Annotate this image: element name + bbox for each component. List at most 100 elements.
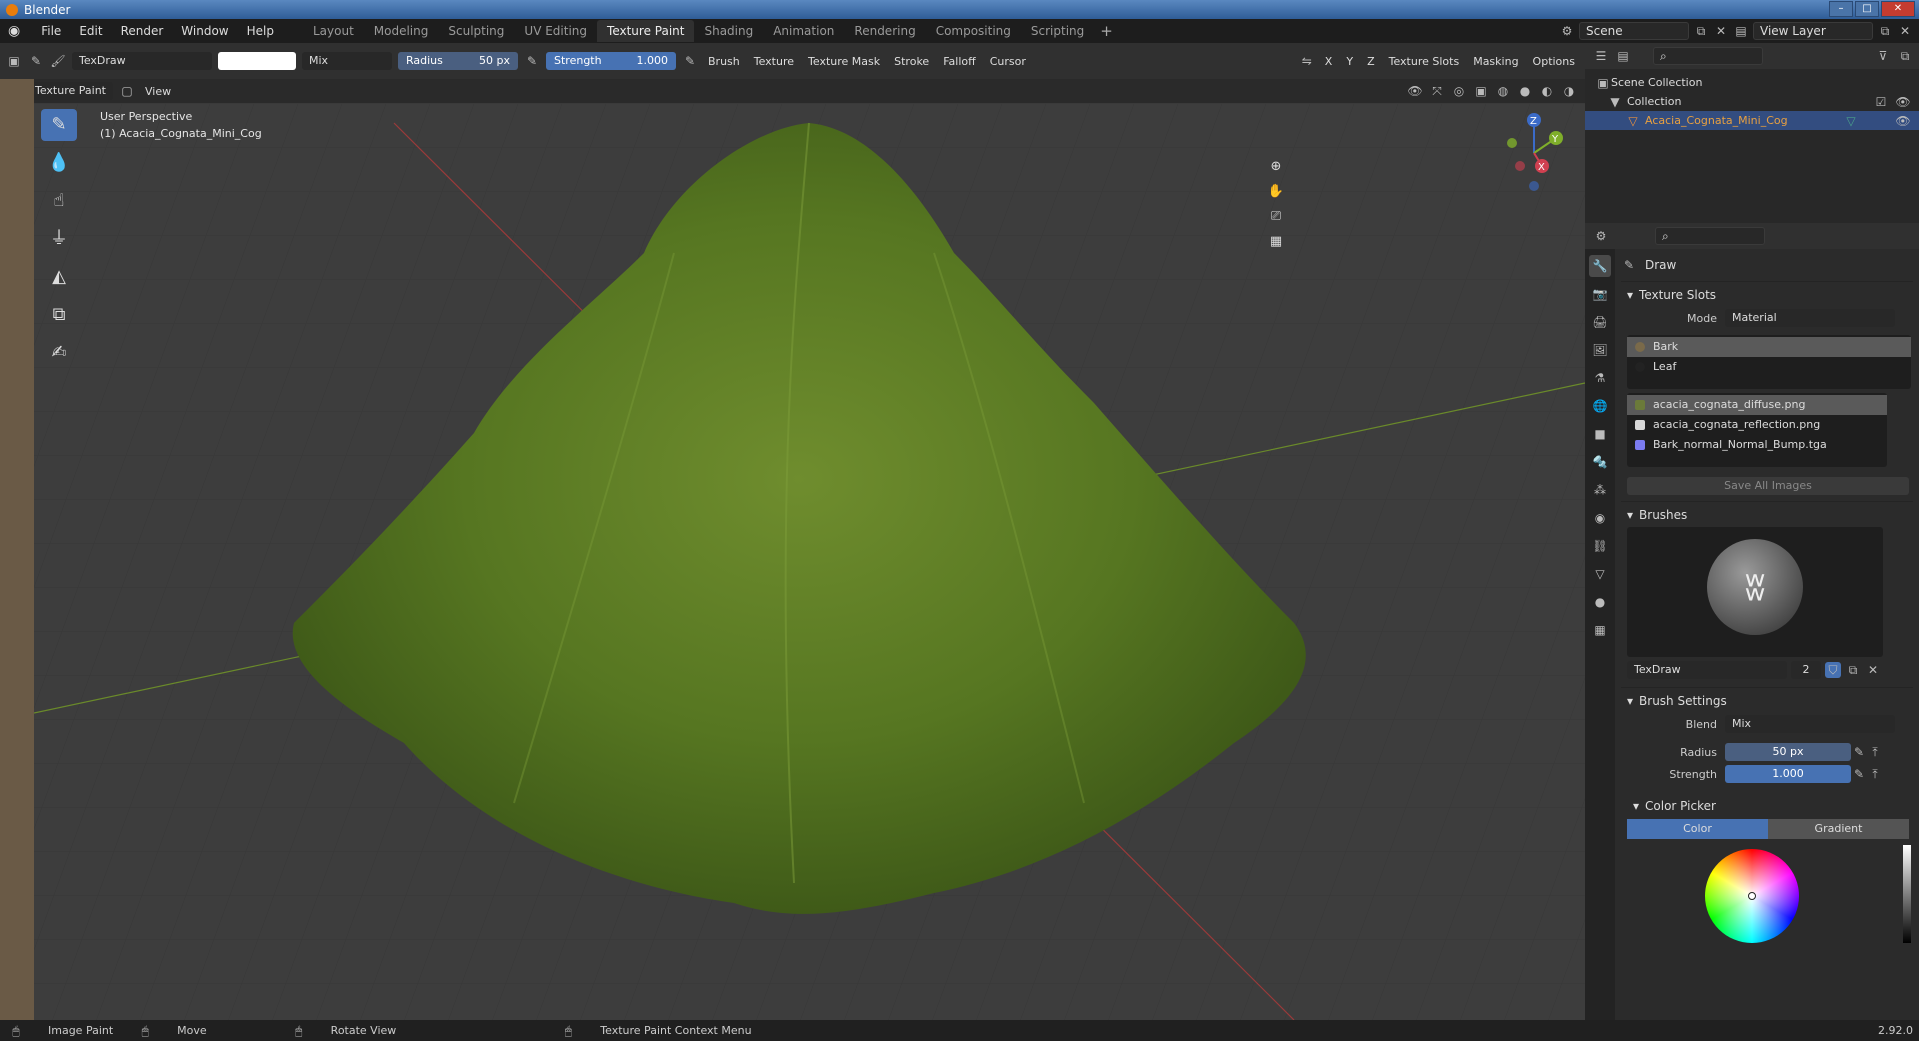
view-layer-icon[interactable]: ▤ [1733, 23, 1749, 39]
brush-name-field[interactable]: TexDraw [72, 52, 212, 70]
tab-compositing[interactable]: Compositing [926, 20, 1021, 42]
output-tab-icon[interactable]: 🖨 [1589, 311, 1611, 333]
filter-icon[interactable]: ⊽ [1875, 48, 1891, 64]
brush-users-count[interactable]: 2 [1791, 661, 1821, 679]
menu-texture[interactable]: Texture [750, 55, 798, 68]
scene-field[interactable]: Scene [1579, 22, 1689, 40]
shading-solid-icon[interactable]: ● [1517, 83, 1533, 99]
shading-wireframe-icon[interactable]: ◍ [1495, 83, 1511, 99]
radius-prop-slider[interactable]: 50 px [1725, 743, 1851, 761]
add-workspace-icon[interactable]: + [1094, 22, 1119, 40]
remove-view-layer-icon[interactable]: ✕ [1897, 23, 1913, 39]
data-tab-icon[interactable]: ▽ [1589, 563, 1611, 585]
fill-tool-icon[interactable]: ◭ [41, 261, 77, 293]
editor-type-icon[interactable]: ▣ [6, 53, 22, 69]
collection-eye-icon[interactable]: 👁 [1895, 94, 1911, 110]
visibility-icon[interactable]: 👁 [1407, 83, 1423, 99]
modifier-tab-icon[interactable]: 🔩 [1589, 451, 1611, 473]
save-all-images-button[interactable]: Save All Images [1627, 477, 1909, 495]
texture-slots-panel-header[interactable]: ▾ Texture Slots [1621, 281, 1913, 307]
tab-scripting[interactable]: Scripting [1021, 20, 1094, 42]
3d-viewport[interactable]: ✎ 💧 ☝ ⏚ ◭ ⧉ ✍ Z Y X ⊕ ✋ ⎚ ▦ [34, 103, 1585, 1020]
gradient-tab[interactable]: Gradient [1768, 819, 1909, 839]
brush-preview[interactable]: ʬ [1627, 527, 1883, 657]
mask-tool-icon[interactable]: ⧉ [41, 299, 77, 331]
strength-pressure-icon[interactable]: ✎ [682, 53, 698, 69]
menu-help[interactable]: Help [238, 24, 283, 38]
soften-tool-icon[interactable]: 💧 [41, 147, 77, 179]
navigation-gizmo[interactable]: Z Y X [1484, 108, 1584, 198]
scene-tab-icon[interactable]: ⚗ [1589, 367, 1611, 389]
display-mode-icon[interactable]: ▤ [1615, 48, 1631, 64]
mask-toggle-icon[interactable]: ▢ [119, 83, 135, 99]
tool-icon[interactable]: ✎ [28, 53, 44, 69]
menu-edit[interactable]: Edit [70, 24, 111, 38]
grid-view-icon[interactable]: ▦ [1264, 230, 1288, 254]
blender-menu-icon[interactable]: ◉ [8, 23, 20, 39]
duplicate-brush-icon[interactable]: ⧉ [1845, 662, 1861, 678]
color-tab[interactable]: Color [1627, 819, 1768, 839]
object-tab-icon[interactable]: ■ [1589, 423, 1611, 445]
blend-select[interactable]: Mix [1725, 715, 1895, 733]
menu-masking[interactable]: Masking [1469, 55, 1522, 68]
radius-pressure-toggle-icon[interactable]: ✎ [1851, 744, 1867, 760]
color-wheel[interactable] [1705, 849, 1799, 943]
texture-tab-icon[interactable]: ▦ [1589, 619, 1611, 641]
close-button[interactable]: ✕ [1881, 1, 1915, 17]
view-layer-tab-icon[interactable]: 🖼 [1589, 339, 1611, 361]
world-tab-icon[interactable]: 🌐 [1589, 395, 1611, 417]
mode-dropdown[interactable]: Texture Paint [28, 82, 113, 100]
menu-options[interactable]: Options [1529, 55, 1585, 68]
camera-icon[interactable]: ⎚ [1264, 205, 1288, 229]
strength-unit-icon[interactable]: ⤒ [1867, 766, 1883, 782]
collection-checkbox[interactable]: ☑ [1873, 94, 1889, 110]
tab-layout[interactable]: Layout [303, 20, 364, 42]
tab-rendering[interactable]: Rendering [844, 20, 925, 42]
menu-view[interactable]: View [141, 85, 175, 98]
zoom-icon[interactable]: ⊕ [1264, 155, 1288, 179]
radius-pressure-icon[interactable]: ✎ [524, 53, 540, 69]
material-item-bark[interactable]: Bark [1627, 337, 1911, 357]
axis-y-toggle[interactable]: Y [1342, 55, 1357, 68]
pan-icon[interactable]: ✋ [1264, 180, 1288, 204]
brush-icon[interactable]: 🖌 [50, 53, 66, 69]
tab-uv-editing[interactable]: UV Editing [514, 20, 597, 42]
strength-pressure-toggle-icon[interactable]: ✎ [1851, 766, 1867, 782]
constraints-tab-icon[interactable]: ⛓ [1589, 535, 1611, 557]
menu-file[interactable]: File [32, 24, 70, 38]
render-tab-icon[interactable]: 📷 [1589, 283, 1611, 305]
particles-tab-icon[interactable]: ⁂ [1589, 479, 1611, 501]
brush-settings-panel-header[interactable]: ▾ Brush Settings [1621, 687, 1913, 713]
scene-icon[interactable]: ⚙ [1559, 23, 1575, 39]
menu-render[interactable]: Render [112, 24, 173, 38]
new-view-layer-icon[interactable]: ⧉ [1877, 23, 1893, 39]
minimize-button[interactable]: – [1829, 1, 1853, 17]
menu-cursor[interactable]: Cursor [986, 55, 1030, 68]
draw-tool-icon[interactable]: ✎ [41, 109, 77, 141]
tab-sculpting[interactable]: Sculpting [438, 20, 514, 42]
radius-unit-icon[interactable]: ⤒ [1867, 744, 1883, 760]
properties-search-input[interactable]: ⌕ [1655, 227, 1765, 245]
new-scene-icon[interactable]: ⧉ [1693, 23, 1709, 39]
properties-editor-icon[interactable]: ⚙ [1593, 228, 1609, 244]
image-slot-item[interactable]: acacia_cognata_reflection.png [1627, 415, 1887, 435]
brushes-panel-header[interactable]: ▾ Brushes [1621, 501, 1913, 527]
menu-texture-slots[interactable]: Texture Slots [1385, 55, 1464, 68]
strength-prop-slider[interactable]: 1.000 [1725, 765, 1851, 783]
xray-icon[interactable]: ▣ [1473, 83, 1489, 99]
outliner-object-row[interactable]: ▽ Acacia_Cognata_Mini_Cog ▽ 👁 [1585, 111, 1919, 130]
material-tab-icon[interactable]: ● [1589, 591, 1611, 613]
outliner-scene-collection[interactable]: ▣ Scene Collection [1585, 73, 1919, 92]
mode-dropdown[interactable]: Material [1725, 309, 1895, 327]
menu-stroke[interactable]: Stroke [890, 55, 933, 68]
mesh-data-icon[interactable]: ▽ [1843, 113, 1859, 129]
menu-falloff[interactable]: Falloff [939, 55, 979, 68]
object-eye-icon[interactable]: 👁 [1895, 113, 1911, 129]
tab-shading[interactable]: Shading [694, 20, 763, 42]
blend-dropdown[interactable]: Mix [302, 52, 392, 70]
clone-tool-icon[interactable]: ⏚ [41, 223, 77, 255]
material-item-leaf[interactable]: Leaf [1627, 357, 1911, 377]
new-collection-icon[interactable]: ⧉ [1897, 48, 1913, 64]
menu-texture-mask[interactable]: Texture Mask [804, 55, 884, 68]
tool-tab-icon[interactable]: 🔧 [1589, 255, 1611, 277]
